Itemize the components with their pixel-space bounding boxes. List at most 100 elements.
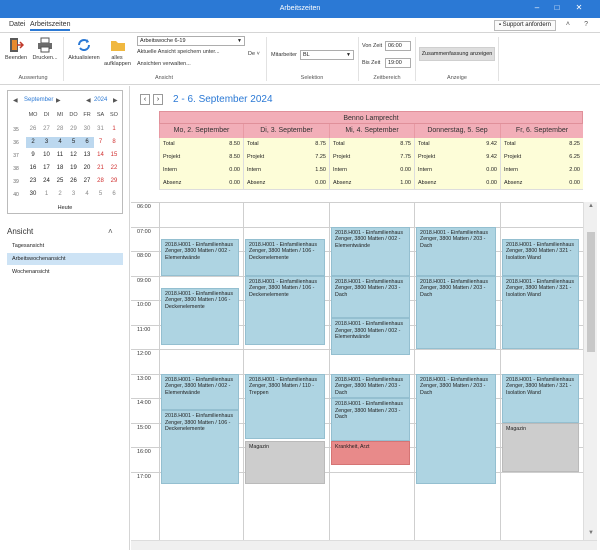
calendar-day[interactable]: 30 bbox=[26, 189, 40, 200]
calendar-day[interactable]: 7 bbox=[94, 137, 108, 148]
alles-aufklappen-button[interactable]: alles aufklappen bbox=[104, 37, 132, 67]
month-label[interactable]: September bbox=[24, 97, 53, 103]
calendar-day[interactable]: 26 bbox=[67, 176, 81, 187]
prev-week-button[interactable]: ‹ bbox=[140, 94, 150, 105]
von-input[interactable]: 06:00 bbox=[385, 41, 411, 51]
horizontal-scrollbar[interactable] bbox=[131, 540, 597, 550]
next-week-button[interactable]: › bbox=[153, 94, 163, 105]
tab-datei[interactable]: Datei bbox=[9, 21, 25, 28]
calendar-day[interactable]: 28 bbox=[94, 176, 108, 187]
appointment[interactable]: Magazin bbox=[245, 440, 325, 484]
appointment[interactable]: 2018.H001 - Einfamilienhaus Zenger, 3800… bbox=[331, 318, 410, 356]
calendar-day[interactable]: 2 bbox=[26, 137, 40, 148]
calendar-day[interactable]: 6 bbox=[80, 137, 94, 148]
calendar-day[interactable]: 9 bbox=[26, 150, 40, 161]
scroll-up-icon[interactable]: ▲ bbox=[588, 203, 594, 209]
calendar-day[interactable]: 21 bbox=[94, 163, 108, 174]
appointment[interactable]: 2018.H001 - Einfamilienhaus Zenger, 3800… bbox=[416, 373, 496, 484]
minimize-ribbon-icon[interactable]: ˄ bbox=[566, 21, 570, 28]
calendar-day[interactable]: 28 bbox=[53, 124, 67, 135]
calendar-day[interactable]: 20 bbox=[80, 163, 94, 174]
mitarbeiter-select[interactable]: BL ▼ bbox=[300, 50, 354, 60]
appointment[interactable]: Krankheit, Arzt bbox=[331, 440, 410, 466]
language-select[interactable]: De ˅ bbox=[248, 51, 260, 57]
appointment[interactable]: 2018.H001 - Einfamilienhaus Zenger, 3800… bbox=[161, 238, 239, 276]
zusammenfassung-button[interactable]: Zusammenfassung anzeigen bbox=[419, 47, 495, 61]
calendar-day[interactable]: 18 bbox=[53, 163, 67, 174]
appointment[interactable]: 2018.H001 - Einfamilienhaus Zenger, 3800… bbox=[331, 373, 410, 398]
appointment[interactable]: 2018.H001 - Einfamilienhaus Zenger, 3800… bbox=[502, 238, 579, 276]
calendar-day[interactable]: 30 bbox=[80, 124, 94, 135]
next-month-icon[interactable]: ▶ bbox=[56, 97, 61, 104]
calendar-day[interactable]: 15 bbox=[107, 150, 121, 161]
calendar-day[interactable]: 19 bbox=[67, 163, 81, 174]
day-header[interactable]: Di, 3. September bbox=[243, 124, 329, 138]
calendar-day[interactable]: 3 bbox=[39, 137, 54, 148]
calendar-day[interactable]: 17 bbox=[40, 163, 54, 174]
view-select[interactable]: Arbeitswoche 6-19 ▼ bbox=[137, 36, 245, 46]
scroll-down-icon[interactable]: ▼ bbox=[588, 530, 594, 536]
view-wochenansicht[interactable]: Wochenansicht bbox=[7, 266, 123, 278]
appointment[interactable]: 2018.H001 - Einfamilienhaus Zenger, 3800… bbox=[416, 275, 496, 349]
appointment[interactable]: 2018.H001 - Einfamilienhaus Zenger, 3800… bbox=[331, 398, 410, 441]
prev-year-icon[interactable]: ◀ bbox=[86, 97, 91, 104]
appointment[interactable]: 2018.H001 - Einfamilienhaus Zenger, 3800… bbox=[502, 275, 579, 349]
maximize-icon[interactable]: □ bbox=[550, 3, 564, 12]
calendar-day[interactable]: 24 bbox=[40, 176, 54, 187]
view-arbeitswochenansicht[interactable]: Arbeitswochenansicht bbox=[7, 253, 123, 265]
calendar-day[interactable]: 29 bbox=[107, 176, 121, 187]
calendar-day[interactable]: 25 bbox=[53, 176, 67, 187]
calendar-day[interactable]: 5 bbox=[66, 137, 81, 148]
view-tagesansicht[interactable]: Tagesansicht bbox=[7, 240, 123, 252]
minimize-icon[interactable]: – bbox=[530, 3, 544, 12]
close-icon[interactable]: ✕ bbox=[572, 3, 586, 12]
appointment[interactable]: 2018.H001 - Einfamilienhaus Zenger, 3800… bbox=[245, 373, 325, 439]
manage-views-link[interactable]: Ansichten verwalten... bbox=[137, 61, 191, 67]
appointment[interactable]: 2018.H001 - Einfamilienhaus Zenger, 3800… bbox=[331, 275, 410, 319]
calendar-day[interactable]: 4 bbox=[80, 189, 94, 200]
today-button[interactable]: Heute bbox=[8, 205, 122, 211]
appointment[interactable]: 2018.H001 - Einfamilienhaus Zenger, 3800… bbox=[161, 373, 239, 411]
calendar-day[interactable]: 6 bbox=[107, 189, 121, 200]
drucken-button[interactable]: Drucken... bbox=[32, 37, 58, 61]
save-view-link[interactable]: Aktuelle Ansicht speichern unter... bbox=[137, 49, 220, 55]
calendar-day[interactable]: 13 bbox=[80, 150, 94, 161]
appointment[interactable]: 2018.H001 - Einfamilienhaus Zenger, 3800… bbox=[502, 373, 579, 423]
support-button[interactable]: ▪ Support anfordern bbox=[493, 20, 556, 31]
calendar-day[interactable]: 1 bbox=[107, 124, 121, 135]
calendar-day[interactable]: 22 bbox=[107, 163, 121, 174]
calendar-day[interactable]: 14 bbox=[94, 150, 108, 161]
aktualisieren-button[interactable]: Aktualisieren bbox=[67, 37, 101, 61]
prev-month-icon[interactable]: ◀ bbox=[13, 97, 18, 104]
calendar-day[interactable]: 11 bbox=[53, 150, 67, 161]
day-header[interactable]: Donnerstag, 5. Sep bbox=[414, 124, 500, 138]
appointment[interactable]: 2018.H001 - Einfamilienhaus Zenger, 3800… bbox=[245, 238, 325, 276]
calendar-day[interactable]: 10 bbox=[40, 150, 54, 161]
calendar-day[interactable]: 5 bbox=[94, 189, 108, 200]
appointment[interactable]: 2018.H001 - Einfamilienhaus Zenger, 3800… bbox=[161, 287, 239, 345]
day-header[interactable]: Fr, 6. September bbox=[500, 124, 583, 138]
calendar-day[interactable]: 16 bbox=[26, 163, 40, 174]
scroll-thumb[interactable] bbox=[587, 232, 595, 352]
calendar-day[interactable]: 26 bbox=[26, 124, 40, 135]
appointment[interactable]: 2018.H001 - Einfamilienhaus Zenger, 3800… bbox=[331, 226, 410, 276]
calendar-day[interactable]: 12 bbox=[67, 150, 81, 161]
appointment[interactable]: 2018.H001 - Einfamilienhaus Zenger, 3800… bbox=[161, 410, 239, 484]
chevron-up-icon[interactable]: ˄ bbox=[108, 227, 113, 236]
next-year-icon[interactable]: ▶ bbox=[113, 97, 118, 104]
time-grid[interactable]: 06:00 07:00 08:00 09:00 10:00 11:00 12:00 13:00… bbox=[131, 202, 584, 540]
day-header[interactable]: Mo, 2. September bbox=[159, 124, 243, 138]
calendar-day[interactable]: 23 bbox=[26, 176, 40, 187]
day-header[interactable]: Mi, 4. September bbox=[329, 124, 414, 138]
calendar-day[interactable]: 8 bbox=[107, 137, 121, 148]
year-label[interactable]: 2024 bbox=[94, 97, 107, 103]
calendar-day[interactable]: 27 bbox=[40, 124, 54, 135]
calendar-day[interactable]: 29 bbox=[67, 124, 81, 135]
beenden-button[interactable]: Beenden bbox=[4, 37, 28, 61]
calendar-day[interactable]: 3 bbox=[67, 189, 81, 200]
appointment[interactable]: 2018.H001 - Einfamilienhaus Zenger, 3800… bbox=[245, 275, 325, 345]
calendar-day[interactable]: 4 bbox=[53, 137, 67, 148]
calendar-day[interactable]: 1 bbox=[40, 189, 54, 200]
calendar-day[interactable]: 2 bbox=[53, 189, 67, 200]
appointment[interactable]: Magazin bbox=[502, 422, 579, 472]
